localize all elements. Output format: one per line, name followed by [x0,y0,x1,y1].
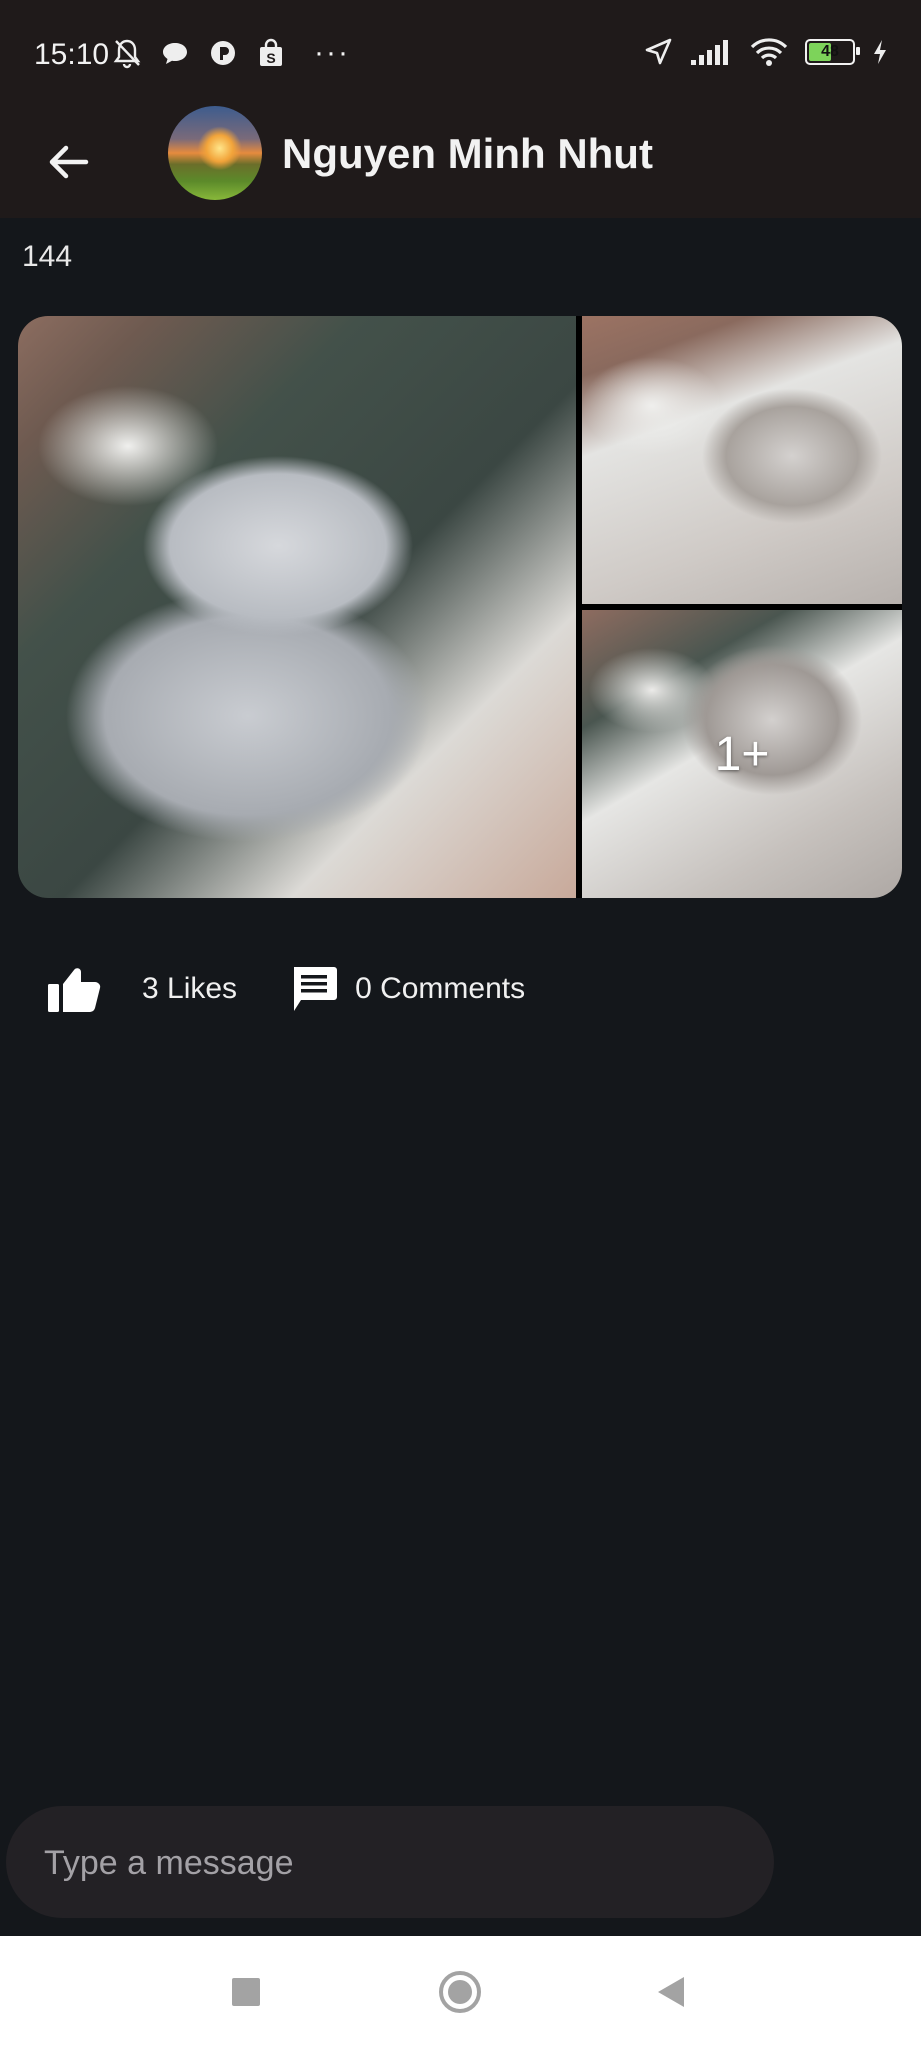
recents-button[interactable] [220,1966,272,2018]
back-button[interactable] [38,132,98,192]
battery-indicator: 48 [805,39,860,65]
message-composer [6,1806,774,1920]
signal-bars-icon [689,36,733,68]
post-actions: 3 Likes 0 Comments [46,964,525,1014]
circle-p-icon [208,37,238,69]
system-nav-bar [0,1936,921,2048]
thumbs-up-icon [48,968,101,1012]
home-circle-icon [439,1971,481,2013]
more-notifications-indicator: ··· [314,36,350,69]
message-input[interactable] [42,1806,746,1920]
gallery-photo-bottom-right[interactable]: 1+ [582,610,902,898]
home-button[interactable] [434,1966,486,2018]
triangle-back-icon [658,1977,684,2007]
photo-gallery: 1+ [18,316,902,898]
chat-bubble-icon [160,37,190,69]
notification-icons: S ··· [112,36,350,70]
comment-icon [294,967,338,1011]
status-bar: 15:10 S ··· 48 [0,0,921,110]
gallery-photo-main[interactable] [18,316,576,898]
like-button[interactable]: 3 Likes [46,964,237,1014]
user-name[interactable]: Nguyen Minh Nhut [282,130,653,178]
battery-percent: 48 [821,43,839,60]
wifi-icon [749,36,789,68]
square-icon [232,1978,260,2006]
gallery-photo-top-right[interactable] [582,316,902,604]
likes-count: 3 Likes [142,972,238,1005]
avatar[interactable] [168,106,262,200]
charging-bolt-icon [871,36,889,68]
comments-count: 0 Comments [355,972,526,1005]
location-arrow-icon [643,36,673,68]
comment-button[interactable]: 0 Comments [289,964,525,1014]
back-nav-button[interactable] [645,1966,697,2018]
shopping-bag-icon: S [256,37,286,69]
arrow-left-icon [49,145,89,179]
status-time: 15:10 [34,38,110,71]
system-icons: 48 [643,36,889,68]
more-photos-badge: 1+ [714,727,770,781]
bell-off-icon [112,37,142,69]
post-text: 144 [22,240,73,273]
svg-text:S: S [266,50,275,66]
